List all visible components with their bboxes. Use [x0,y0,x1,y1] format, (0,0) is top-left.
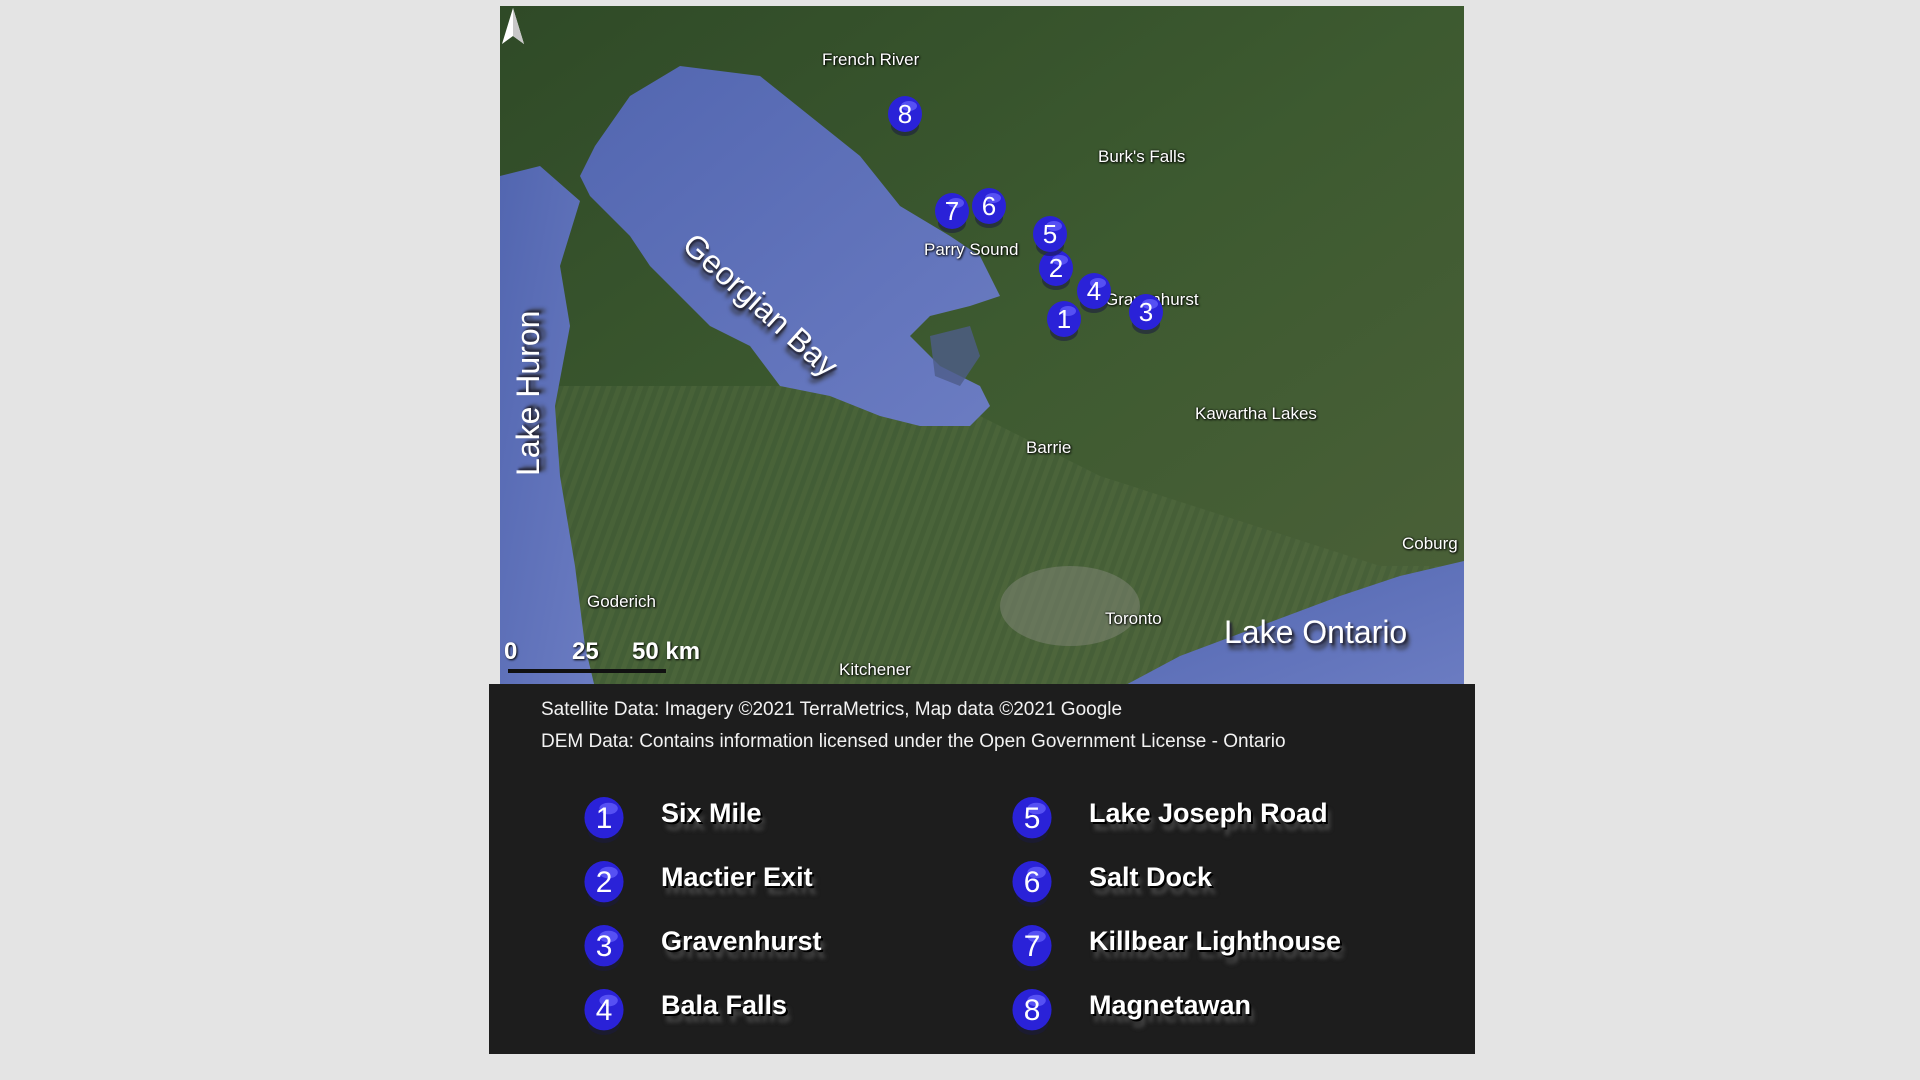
coburg-label: Coburg [1402,534,1458,553]
map-pin-5[interactable]: 5 [1030,214,1070,258]
legend-label: Lake Joseph Road [1089,798,1328,828]
svg-text:5: 5 [1043,219,1057,249]
legend-label: Gravenhurst [661,926,822,956]
burks-falls-label: Burk's Falls [1098,147,1186,166]
legend-pin-icon: 4 [581,986,627,1038]
map-pin-4[interactable]: 4 [1074,271,1114,315]
map-pin-3[interactable]: 3 [1126,292,1166,336]
scale-mid: 25 [572,638,599,665]
legend-panel: Satellite Data: Imagery ©2021 TerraMetri… [489,684,1475,1054]
toronto-label: Toronto [1105,609,1162,628]
dem-credit: DEM Data: Contains information licensed … [541,731,1286,752]
svg-text:4: 4 [1087,276,1101,306]
satellite-map: Georgian Bay Lake Huron Lake Ontario Fre… [500,6,1464,688]
legend-pin-icon: 3 [581,922,627,974]
lake-huron-label: Lake Huron [510,310,546,476]
legend-label: Killbear Lighthouse [1089,926,1342,956]
satellite-credit: Satellite Data: Imagery ©2021 TerraMetri… [541,699,1123,720]
svg-text:8: 8 [1024,994,1041,1027]
svg-text:1: 1 [596,802,613,835]
north-arrow-icon [502,8,524,44]
legend-pin-icon: 2 [581,858,627,910]
svg-text:8: 8 [898,99,912,129]
legend-pin-icon: 1 [581,794,627,846]
parry-sound-label: Parry Sound [924,240,1019,259]
svg-text:7: 7 [945,196,959,226]
legend-label: Magnetawan [1089,990,1252,1020]
map-pin-8[interactable]: 8 [885,94,925,138]
legend-pin-icon: 5 [1009,794,1055,846]
scale-zero: 0 [504,638,518,665]
svg-text:3: 3 [1139,297,1153,327]
map-figure: Georgian Bay Lake Huron Lake Ontario Fre… [0,0,1920,1080]
lake-ontario-label: Lake Ontario [1224,614,1408,650]
legend-label: Salt Dock [1089,862,1213,892]
goderich-label: Goderich [587,592,656,611]
map-terrain [500,6,1464,688]
legend-label: Bala Falls [661,990,788,1020]
toronto-urban-area [1000,566,1140,646]
credits: Satellite Data: Imagery ©2021 TerraMetri… [541,694,1286,758]
svg-text:6: 6 [982,191,996,221]
legend-pin-icon: 6 [1009,858,1055,910]
scale-bar-line [508,669,666,673]
legend-label: Six Mile [661,798,762,828]
legend-pin-icon: 7 [1009,922,1055,974]
scale-end: 50 km [632,638,701,665]
svg-text:7: 7 [1024,930,1041,963]
svg-text:2: 2 [596,866,613,899]
legend-pin-icon: 8 [1009,986,1055,1038]
svg-text:6: 6 [1024,866,1041,899]
svg-text:1: 1 [1057,304,1071,334]
svg-text:5: 5 [1024,802,1041,835]
map-pin-6[interactable]: 6 [969,186,1009,230]
french-river-label: French River [822,50,920,69]
svg-text:3: 3 [596,930,613,963]
kawartha-lakes-label: Kawartha Lakes [1195,404,1317,423]
legend-label: Mactier Exit [661,862,813,892]
map-pin-7[interactable]: 7 [932,191,972,235]
kitchener-label: Kitchener [839,660,911,679]
svg-text:4: 4 [596,994,613,1027]
barrie-label: Barrie [1026,438,1072,457]
